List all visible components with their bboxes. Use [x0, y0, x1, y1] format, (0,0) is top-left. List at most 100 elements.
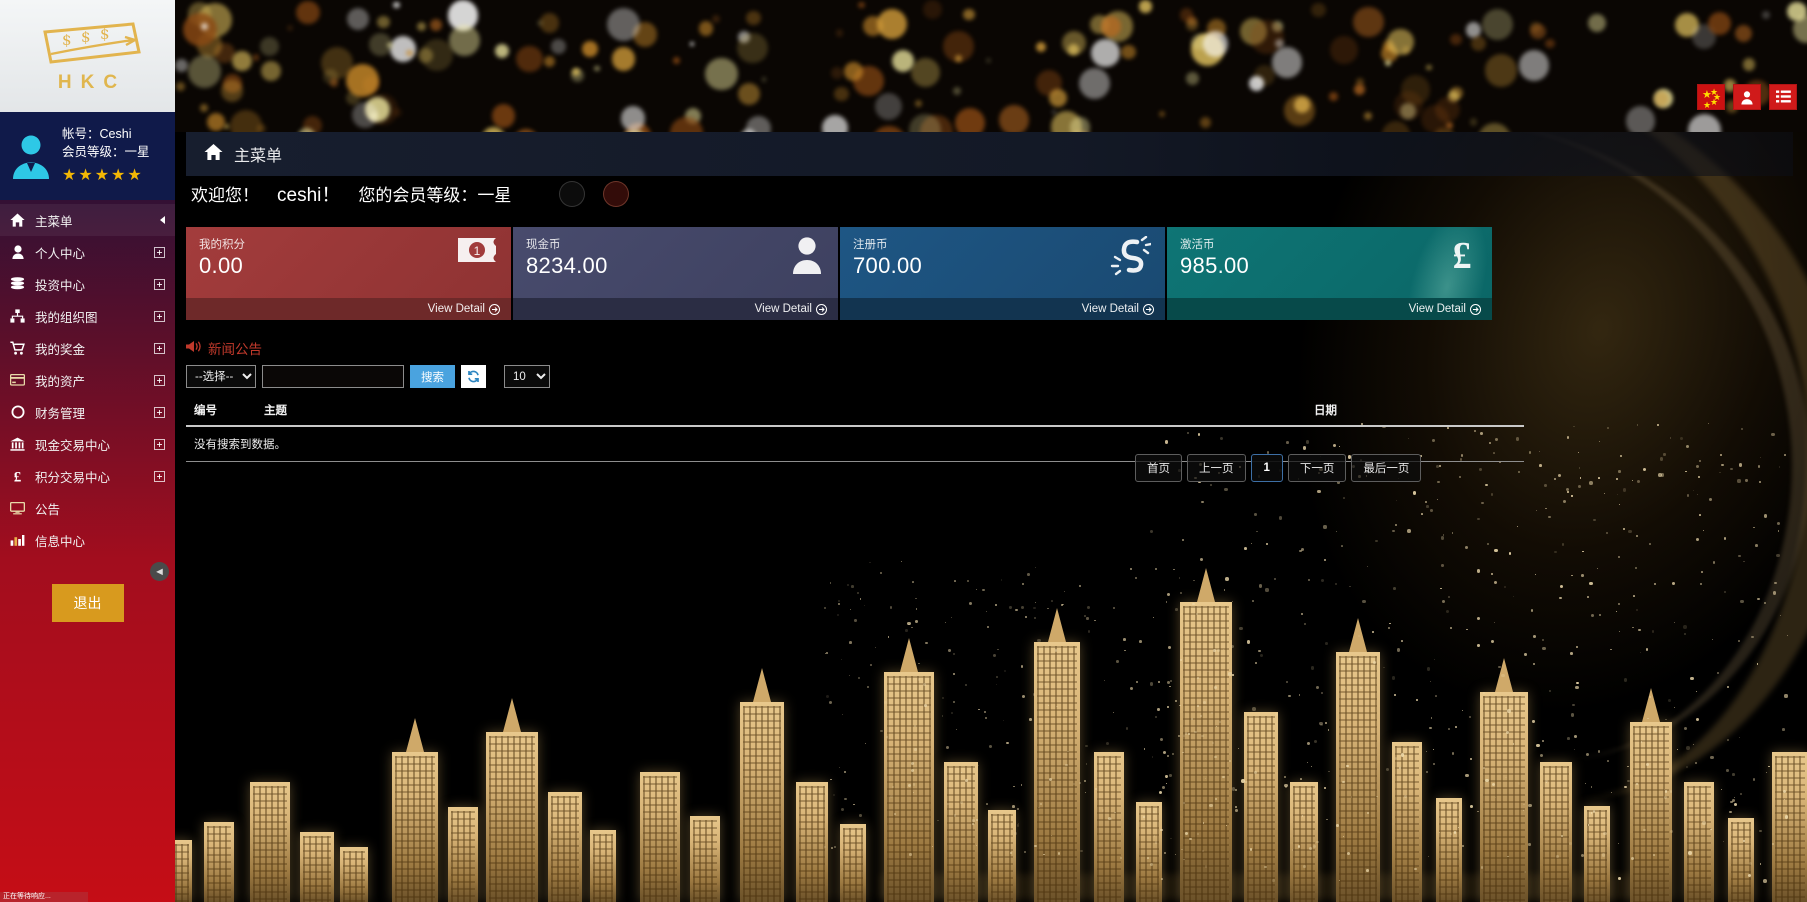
news-title-label: 新闻公告: [208, 342, 262, 357]
card-value: 0.00: [199, 253, 244, 278]
stat-card-register[interactable]: 注册币 700.00 View Detail: [840, 227, 1165, 320]
card-label: 现金币: [526, 239, 561, 251]
sidebar-item-label: 我的组织图: [35, 310, 98, 325]
card-value: 700.00: [853, 253, 923, 278]
stat-card-cash[interactable]: 现金币 8234.00 View Detail: [513, 227, 838, 320]
sidebar-item-8[interactable]: 现金交易中心: [0, 428, 175, 460]
cart-icon: [9, 341, 26, 355]
logo-text: HKC: [57, 72, 127, 93]
sidebar-item-6[interactable]: 我的资产: [0, 364, 175, 396]
sidebar-menu: 主菜单个人中心投资中心我的组织图我的奖金 我的资产 财务管理现金交易中心 £ 积分交易中…: [0, 200, 175, 556]
user-icon: [9, 245, 26, 259]
arrow-circle-icon: [816, 303, 827, 315]
level-label: 会员等级：: [62, 145, 125, 160]
card-link-label: View Detail: [427, 303, 485, 315]
collapse-left-icon[interactable]: ◄: [150, 562, 169, 581]
welcome-username: ceshi！: [277, 185, 341, 206]
level-value: 一星: [124, 145, 150, 160]
card-view-detail[interactable]: View Detail: [840, 298, 1165, 320]
sidebar-item-4[interactable]: 我的组织图: [0, 300, 175, 332]
svg-text:£: £: [1453, 236, 1472, 276]
expand-plus-icon[interactable]: [154, 470, 165, 482]
column-header-no[interactable]: 编号: [186, 402, 264, 427]
sidebar-item-1[interactable]: 主菜单: [0, 204, 175, 236]
sidebar-item-10[interactable]: 公告: [0, 492, 175, 524]
stat-card-points[interactable]: 我的积分 0.00 1 View Detail: [186, 227, 511, 320]
expand-plus-icon[interactable]: [154, 406, 165, 418]
news-filter-select[interactable]: --选择--: [186, 365, 256, 388]
expand-plus-icon[interactable]: [154, 374, 165, 386]
logout-button[interactable]: 退出: [51, 584, 124, 622]
pound-icon: £: [1446, 235, 1478, 281]
page-header: 主菜单: [186, 132, 1793, 176]
avatar: [10, 133, 52, 179]
svg-text:£: £: [14, 470, 22, 483]
table-header-row: 编号 主题 日期: [186, 402, 1524, 427]
menu-list-icon[interactable]: [1769, 84, 1797, 110]
sidebar-item-label: 主菜单: [35, 214, 73, 229]
sidebar: $ $ $ HKC 帐号：Ceshi 会员等级：一星 ★★★★★ 主菜单 个人中…: [0, 0, 175, 902]
pagination-prev[interactable]: 上一页: [1187, 454, 1246, 482]
pagination-first[interactable]: 首页: [1135, 454, 1182, 482]
pagination-next[interactable]: 下一页: [1287, 454, 1347, 482]
page-title: 主菜单: [234, 148, 283, 165]
expand-plus-icon[interactable]: [154, 438, 165, 450]
monitor-icon: [9, 501, 26, 515]
refresh-icon[interactable]: [461, 365, 486, 388]
welcome-greeting: 欢迎您！: [191, 186, 259, 205]
svg-text:$: $: [81, 28, 91, 46]
banknote-icon: 1: [457, 236, 497, 269]
sidebar-item-11[interactable]: 信息中心: [0, 524, 175, 556]
column-header-date[interactable]: 日期: [1314, 402, 1524, 427]
sidebar-item-label: 现金交易中心: [35, 438, 111, 453]
level-stars: ★★★★★: [62, 166, 144, 184]
home-icon: [9, 213, 26, 227]
sidebar-item-5[interactable]: 我的奖金: [0, 332, 175, 364]
sidebar-item-7[interactable]: 财务管理: [0, 396, 175, 428]
news-search-button[interactable]: 搜索: [410, 365, 455, 388]
language-flag-icon[interactable]: ★ ★ ★ ★ ★: [1697, 84, 1725, 110]
card-view-detail[interactable]: View Detail: [513, 298, 838, 320]
main-content: 主菜单 欢迎您！ ceshi！ 您的会员等级：一星 我的积分 0.00 1 Vi…: [175, 132, 1807, 902]
news-section: 新闻公告 --选择-- 搜索 102550100: [186, 338, 1794, 462]
sidebar-item-3[interactable]: 投资中心: [0, 268, 175, 300]
expand-plus-icon[interactable]: [154, 310, 165, 322]
column-header-subject[interactable]: 主题: [264, 402, 1314, 427]
home-icon: [204, 143, 223, 166]
circle-icon: [9, 405, 26, 419]
logo[interactable]: $ $ $ HKC: [0, 0, 175, 112]
sidebar-item-label: 个人中心: [35, 246, 86, 261]
expand-plus-icon[interactable]: [154, 278, 165, 290]
user-profile: 帐号：Ceshi 会员等级：一星 ★★★★★: [0, 112, 175, 200]
news-page-size-select[interactable]: 102550100: [504, 365, 550, 388]
stat-card-activation[interactable]: 激活币 985.00 £ View Detail: [1167, 227, 1492, 320]
sidebar-item-9[interactable]: £ 积分交易中心: [0, 460, 175, 492]
logo-mark: $ $ $: [29, 18, 147, 70]
sitemap-icon: [9, 309, 26, 323]
card-link-label: View Detail: [1408, 303, 1466, 315]
sidebar-item-2[interactable]: 个人中心: [0, 236, 175, 268]
pagination: 首页 上一页 1 下一页 最后一页: [1135, 454, 1422, 482]
pagination-last[interactable]: 最后一页: [1351, 454, 1422, 482]
welcome-level: 您的会员等级：一星: [358, 186, 512, 205]
welcome-message: 欢迎您！ ceshi！ 您的会员等级：一星: [191, 180, 630, 207]
sidebar-item-label: 公告: [35, 502, 61, 517]
news-search-input[interactable]: [262, 365, 404, 388]
decorative-circles: [559, 180, 630, 207]
sparkle-s-icon: [1109, 235, 1153, 281]
card-view-detail[interactable]: View Detail: [186, 298, 511, 320]
decorative-circle-1: [559, 180, 586, 207]
news-title: 新闻公告: [186, 338, 1794, 358]
user-account-icon[interactable]: [1733, 84, 1761, 110]
expand-plus-icon[interactable]: [154, 342, 165, 354]
news-controls: --选择-- 搜索 102550100: [186, 365, 1794, 388]
expand-plus-icon[interactable]: [154, 246, 165, 258]
stat-cards: 我的积分 0.00 1 View Detail 现金币 8234.00 View…: [186, 227, 1794, 320]
account-label: 帐号：: [62, 127, 100, 142]
pagination-page-1[interactable]: 1: [1250, 454, 1283, 482]
account-value: Ceshi: [99, 127, 132, 142]
card-view-detail[interactable]: View Detail: [1167, 298, 1492, 320]
bank-icon: [9, 437, 26, 451]
decorative-circle-2: [603, 180, 630, 207]
card-value: 8234.00: [526, 253, 608, 278]
